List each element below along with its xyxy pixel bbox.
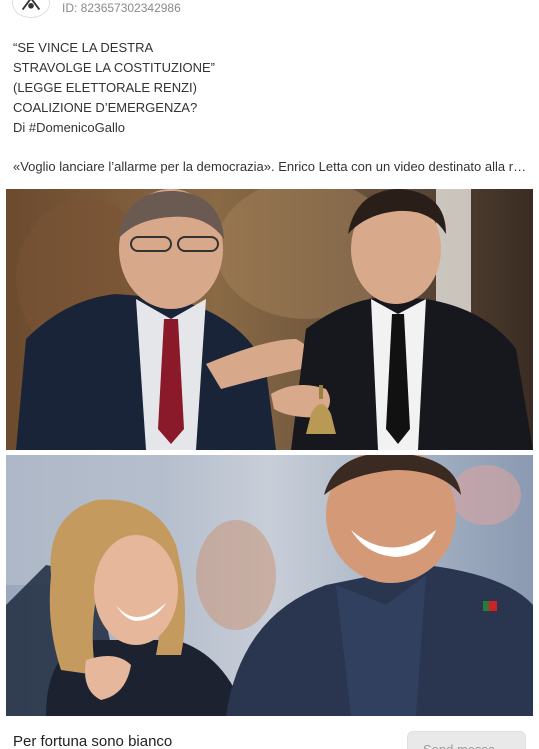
article-excerpt[interactable]: «Voglio lanciare l’allarme per la democr… [13, 157, 528, 177]
post-hashtag-line[interactable]: Di #DomenicoGallo [13, 118, 528, 138]
post-line: STRAVOLGE LA COSTITUZIONE” [13, 60, 216, 75]
photo-meloni-berlusconi[interactable] [6, 455, 533, 716]
post-id: ID: 823657302342986 [62, 1, 181, 15]
poster-name[interactable]: Per fortuna sono bianco [13, 733, 172, 749]
photo-letta-renzi-image [6, 189, 533, 450]
photo-letta-renzi[interactable] [6, 189, 533, 450]
post-line: COALIZIONE D’EMERGENZA? [13, 100, 198, 115]
post-header: ID: 823657302342986 [0, 0, 539, 24]
post-line: “SE VINCE LA DESTRA [13, 40, 154, 55]
avatar-logo-icon [13, 0, 49, 17]
avatar[interactable] [12, 0, 50, 18]
post-text: “SE VINCE LA DESTRA STRAVOLGE LA COSTITU… [13, 38, 528, 138]
post-line: (LEGGE ELETTORALE RENZI) [13, 80, 197, 95]
send-message-button[interactable]: Send messa... [407, 731, 526, 749]
photo-meloni-berlusconi-image [6, 455, 533, 716]
